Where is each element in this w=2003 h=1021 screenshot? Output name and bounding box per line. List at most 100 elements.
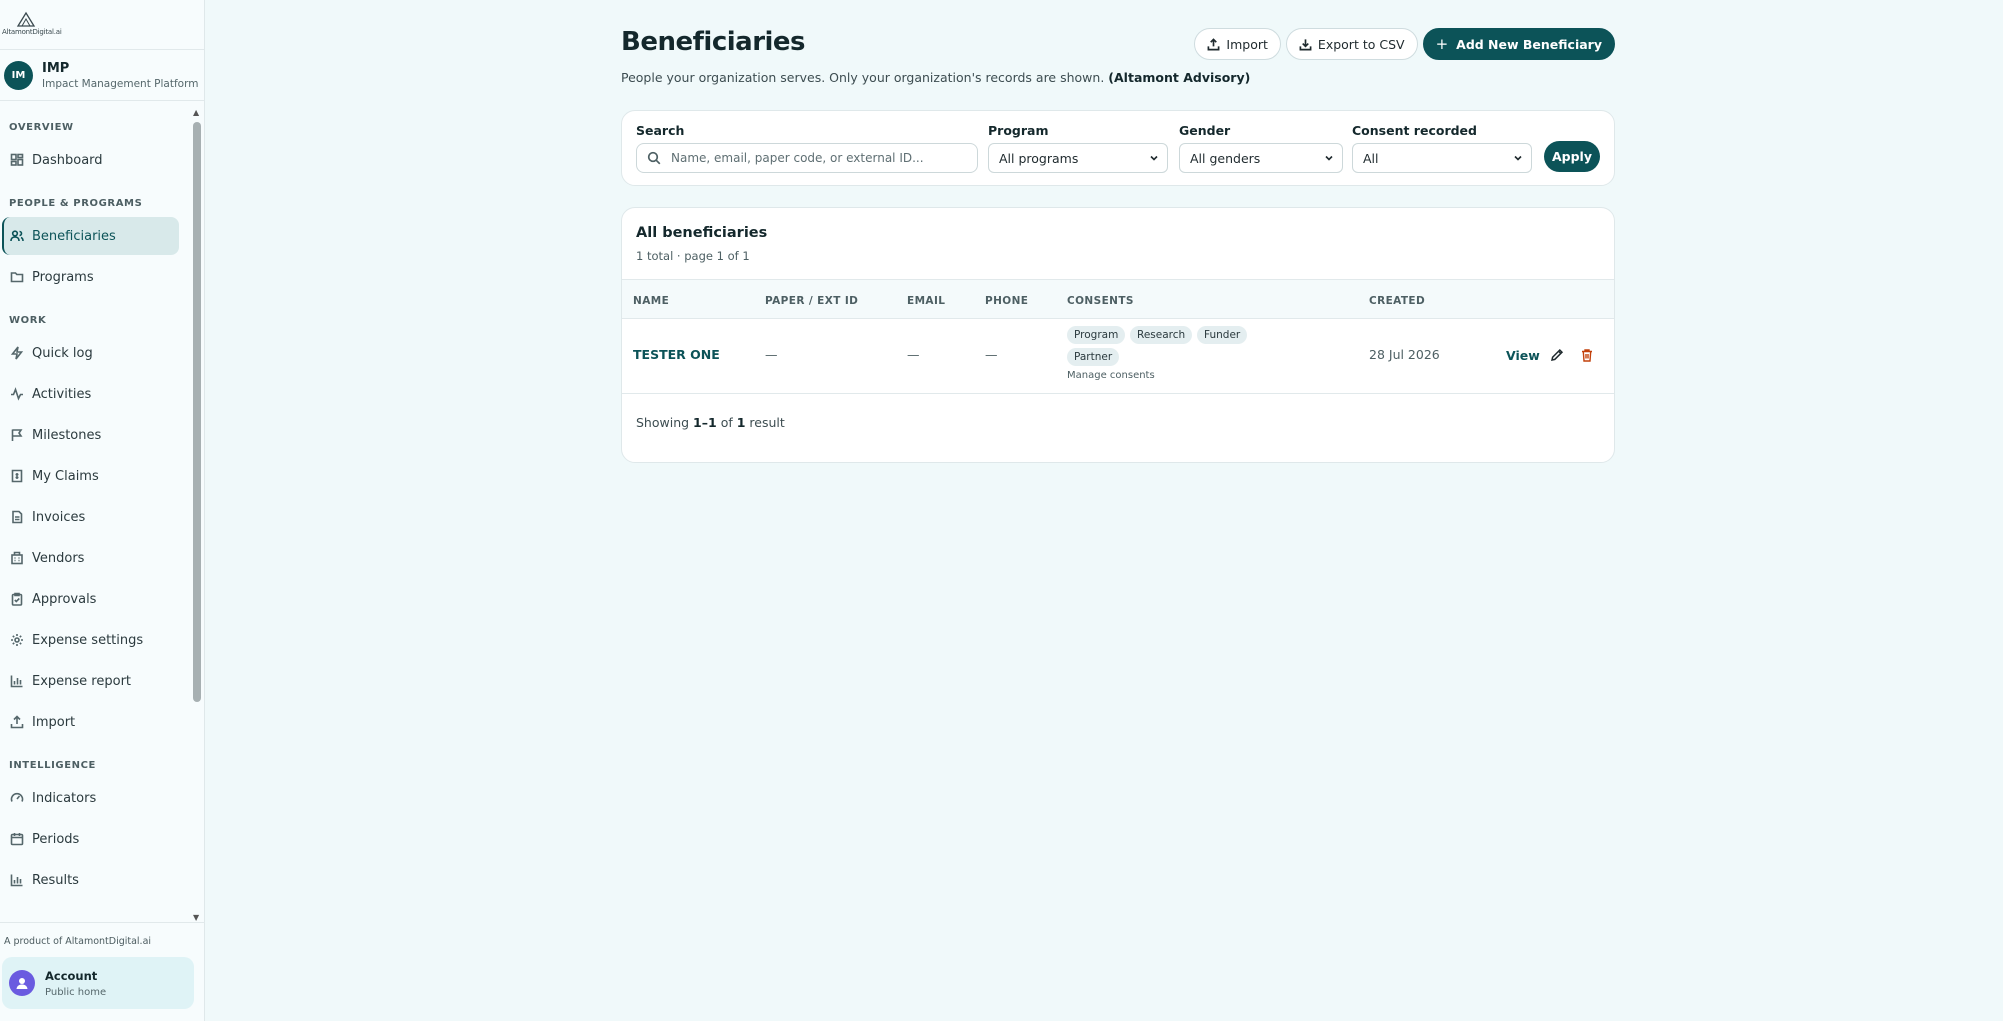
account-menu[interactable]: Account Public home [2, 957, 194, 1009]
scroll-down-arrow-icon[interactable]: ▼ [193, 913, 199, 922]
program-select-value: All programs [999, 150, 1079, 166]
export-csv-button[interactable]: Export to CSV [1285, 28, 1418, 60]
program-label: Program [988, 123, 1049, 138]
logo-text: AltamontDigital.ai [2, 28, 62, 36]
table-row: TESTER ONE — — — Program Research Funder… [622, 319, 1614, 394]
add-beneficiary-button[interactable]: + Add New Beneficiary [1422, 28, 1615, 60]
search-label: Search [636, 123, 685, 138]
column-header-email: EMAIL [907, 295, 946, 307]
brand-logo[interactable]: AltamontDigital.ai [2, 10, 62, 42]
consent-label: Consent recorded [1352, 123, 1477, 138]
export-button-label: Export to CSV [1317, 36, 1405, 52]
nav-section-people: PEOPLE & PROGRAMS [9, 198, 143, 209]
bar-chart-icon [10, 674, 24, 688]
sidebar-item-programs[interactable]: Programs [2, 258, 179, 296]
sidebar-item-periods[interactable]: Periods [2, 820, 179, 858]
avatar [9, 970, 35, 996]
manage-consents-link[interactable]: Manage consents [1067, 370, 1155, 381]
chevron-down-icon [1150, 155, 1158, 161]
gear-icon [10, 633, 24, 647]
search-field[interactable] [636, 143, 978, 173]
sidebar-item-milestones[interactable]: Milestones [2, 416, 179, 454]
paper-id-cell: — [765, 347, 778, 362]
sidebar-item-label: Approvals [32, 591, 97, 607]
view-link[interactable]: View [1506, 348, 1540, 363]
gender-select[interactable]: All genders [1179, 143, 1343, 173]
column-header-paper: PAPER / EXT ID [765, 295, 859, 307]
users-icon [10, 229, 24, 243]
sidebar-item-dashboard[interactable]: Dashboard [2, 141, 179, 179]
scrollbar-thumb[interactable] [193, 122, 201, 702]
column-header-name: NAME [633, 295, 670, 307]
logo-mountain-icon [16, 11, 36, 27]
program-select[interactable]: All programs [988, 143, 1168, 173]
sidebar-item-beneficiaries[interactable]: Beneficiaries [2, 217, 179, 255]
chevron-down-icon [1325, 155, 1333, 161]
sidebar-item-activities[interactable]: Activities [2, 375, 179, 413]
consent-chip: Program [1067, 326, 1126, 344]
page-actions: Import Export to CSV + Add New Beneficia… [1194, 28, 1615, 60]
chevron-down-icon [1514, 155, 1522, 161]
search-input[interactable] [671, 151, 971, 165]
footer-suffix: result [749, 415, 785, 430]
edit-pencil-icon[interactable] [1549, 347, 1565, 363]
column-header-created: CREATED [1369, 295, 1426, 307]
table-title: All beneficiaries [636, 225, 768, 241]
footer-range: 1–1 [693, 415, 717, 430]
sidebar-item-results[interactable]: Results [2, 861, 179, 899]
trash-icon[interactable] [1579, 347, 1595, 363]
building-icon [10, 551, 24, 565]
account-name: Account [45, 968, 98, 983]
consent-select-value: All [1363, 150, 1379, 166]
sidebar-item-label: Expense settings [32, 632, 144, 648]
gender-select-value: All genders [1190, 150, 1261, 166]
scroll-up-arrow-icon[interactable]: ▲ [193, 108, 199, 117]
bar-chart-icon [10, 873, 24, 887]
document-icon [10, 510, 24, 524]
account-subtitle: Public home [45, 986, 107, 998]
phone-cell: — [985, 347, 998, 362]
sidebar-item-import[interactable]: Import [2, 703, 179, 741]
column-header-phone: PHONE [985, 295, 1029, 307]
sidebar-item-expense-report[interactable]: Expense report [2, 662, 179, 700]
product-line: A product of AltamontDigital.ai [4, 936, 152, 947]
sidebar-item-label: My Claims [32, 468, 99, 484]
page-description-text: People your organization serves. Only yo… [621, 70, 1105, 85]
gender-label: Gender [1179, 123, 1231, 138]
sidebar-item-label: Vendors [32, 550, 85, 566]
consent-chip: Funder [1197, 326, 1248, 344]
page-title: Beneficiaries [621, 27, 806, 57]
sidebar-item-my-claims[interactable]: My Claims [2, 457, 179, 495]
upload-icon [1207, 37, 1220, 50]
clipboard-check-icon [10, 592, 24, 606]
org-switcher[interactable]: IM IMP Impact Management Platform [0, 50, 204, 101]
beneficiaries-table-card: All beneficiaries 1 total · page 1 of 1 … [621, 207, 1615, 463]
footer-count: 1 [736, 415, 746, 430]
sidebar-item-invoices[interactable]: Invoices [2, 498, 179, 536]
sidebar-scrollbar[interactable]: ▲ ▼ [192, 108, 201, 922]
sidebar: AltamontDigital.ai IM IMP Impact Managem… [0, 0, 205, 1021]
sidebar-item-label: Quick log [32, 345, 93, 361]
consent-select[interactable]: All [1352, 143, 1532, 173]
created-cell: 28 Jul 2026 [1369, 347, 1440, 362]
sidebar-item-label: Indicators [32, 790, 97, 806]
sidebar-item-expense-settings[interactable]: Expense settings [2, 621, 179, 659]
sidebar-nav: OVERVIEW Dashboard PEOPLE & PROGRAMS Ben… [0, 104, 192, 924]
calendar-icon [10, 832, 24, 846]
nav-section-intelligence: INTELLIGENCE [9, 760, 96, 771]
org-name: IMP [42, 60, 70, 76]
column-header-consents: CONSENTS [1067, 295, 1134, 307]
apply-button[interactable]: Apply [1544, 141, 1600, 172]
beneficiary-name-link[interactable]: TESTER ONE [633, 347, 720, 362]
sidebar-item-approvals[interactable]: Approvals [2, 580, 179, 618]
import-button[interactable]: Import [1194, 28, 1281, 60]
add-button-label: Add New Beneficiary [1456, 36, 1602, 52]
sidebar-item-quick-log[interactable]: Quick log [2, 334, 179, 372]
nav-section-work: WORK [9, 315, 47, 326]
sidebar-item-indicators[interactable]: Indicators [2, 779, 179, 817]
org-name-label: (Altamont Advisory) [1108, 70, 1251, 85]
sidebar-item-label: Dashboard [32, 152, 103, 168]
footer-prefix: Showing [636, 415, 690, 430]
sidebar-item-vendors[interactable]: Vendors [2, 539, 179, 577]
filter-card: Search Program All programs Gender All g… [621, 110, 1615, 186]
